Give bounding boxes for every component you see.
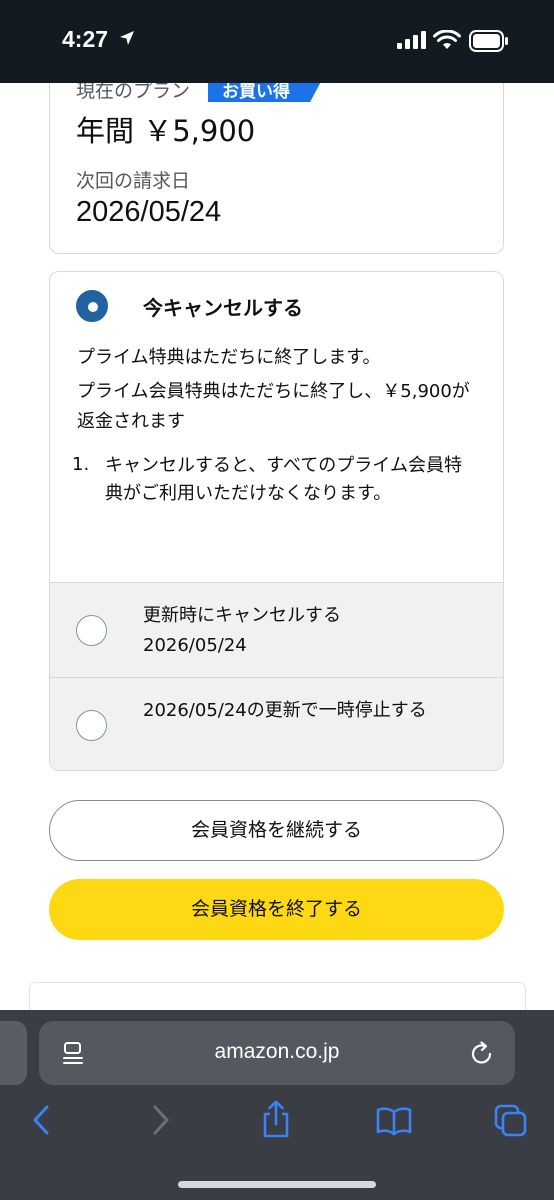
- tabs-icon[interactable]: [494, 1104, 528, 1138]
- forward-icon[interactable]: [150, 1103, 172, 1137]
- cancel-options-card: 今キャンセルする プライム特典はただちに終了します。 プライム会員特典はただちに…: [49, 271, 504, 771]
- plan-price: 年間 ￥5,900: [76, 114, 256, 148]
- cellular-signal-icon: [397, 31, 426, 49]
- option-cancel-now-refund: プライム会員特典はただちに終了し、￥5,900が返金されます: [77, 381, 470, 432]
- next-billing-date: 2026/05/24: [76, 196, 222, 228]
- next-billing-label: 次回の請求日: [76, 170, 191, 192]
- option-cancel-at-renewal-line1: 更新時にキャンセルする: [143, 605, 341, 626]
- radio-cancel-at-renewal[interactable]: [76, 615, 107, 646]
- share-icon[interactable]: [259, 1099, 293, 1139]
- page: 現在のプラン お買い得 年間 ￥5,900 次回の請求日 2026/05/24 …: [0, 0, 554, 1200]
- address-bar-url: amazon.co.jp: [214, 1040, 340, 1063]
- radio-pause-at-renewal[interactable]: [76, 710, 107, 741]
- option-cancel-now-desc: プライム特典はただちに終了します。: [77, 347, 381, 368]
- status-bar: 4:27: [0, 0, 554, 83]
- option-cancel-at-renewal-label: 更新時にキャンセルする 2026/05/24: [143, 601, 483, 661]
- back-icon[interactable]: [30, 1103, 52, 1137]
- wifi-icon: [433, 30, 461, 49]
- option-cancel-at-renewal[interactable]: 更新時にキャンセルする 2026/05/24: [50, 582, 503, 677]
- option-cancel-now[interactable]: 今キャンセルする プライム特典はただちに終了します。 プライム会員特典はただちに…: [50, 272, 503, 582]
- bookmarks-icon[interactable]: [376, 1106, 412, 1136]
- list-item-warning: キャンセルすると、すべてのプライム会員特典がご利用いただけなくなります。: [105, 455, 462, 504]
- option-pause-at-renewal[interactable]: 2026/05/24の更新で一時停止する: [50, 677, 503, 770]
- option-cancel-at-renewal-date: 2026/05/24: [143, 635, 247, 656]
- option-cancel-now-title: 今キャンセルする: [143, 296, 303, 320]
- continue-membership-button[interactable]: 会員資格を継続する: [49, 800, 504, 861]
- home-indicator[interactable]: [178, 1181, 376, 1188]
- previous-tab-preview[interactable]: [0, 1021, 27, 1085]
- radio-cancel-now-selected[interactable]: [76, 290, 108, 322]
- list-number: 1.: [72, 454, 90, 475]
- end-membership-button[interactable]: 会員資格を終了する: [49, 879, 504, 940]
- location-arrow-icon: [120, 31, 134, 45]
- reload-icon[interactable]: [469, 1040, 495, 1068]
- option-pause-at-renewal-label: 2026/05/24の更新で一時停止する: [143, 700, 427, 721]
- status-time: 4:27: [62, 26, 109, 52]
- battery-icon: [469, 30, 508, 52]
